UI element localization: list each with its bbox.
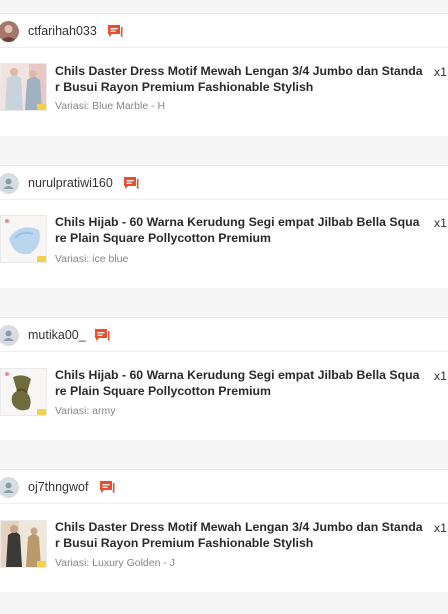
dress-photo-icon [1,64,46,110]
order-card: mutika00_ Chils Hijab - 60 Warna Kerudun… [0,317,448,440]
dress-photo-icon [1,521,46,567]
username[interactable]: oj7thngwof [28,480,88,494]
order-header: oj7thngwof [0,469,448,504]
variant-label: Variasi: Blue Marble - H [55,100,166,112]
variant-label: Variasi: army [55,405,116,417]
order-card: oj7thngwof Chils Daster Dress Motif Mewa… [0,469,448,592]
quantity: x1 [434,216,447,230]
order-card: nurulpratiwi160 Chils Hijab - 60 Warna K… [0,165,448,288]
variant-label: Variasi: ice blue [55,253,129,265]
chat-icon[interactable] [107,24,123,39]
quantity: x1 [434,521,447,535]
chat-icon[interactable] [123,176,139,191]
product-thumbnail[interactable] [0,63,47,111]
quantity: x1 [434,65,447,79]
chat-icon[interactable] [94,328,110,343]
default-user-icon [3,178,14,189]
quantity: x1 [434,369,447,383]
list-item[interactable]: Chils Daster Dress Motif Mewah Lengan 3/… [0,504,448,614]
hijab-photo-icon [1,369,46,415]
default-user-icon [3,330,14,341]
avatar[interactable] [0,21,19,42]
username[interactable]: ctfarihah033 [28,24,97,38]
avatar[interactable] [0,173,19,194]
hijab-photo-icon [1,216,46,262]
product-title[interactable]: Chils Daster Dress Motif Mewah Lengan 3/… [55,520,423,551]
order-header: mutika00_ [0,317,448,352]
username[interactable]: mutika00_ [28,328,86,342]
default-user-icon [3,482,14,493]
list-item[interactable]: Chils Hijab - 60 Warna Kerudung Segi emp… [0,352,448,462]
product-thumbnail[interactable] [0,215,47,263]
product-title[interactable]: Chils Hijab - 60 Warna Kerudung Segi emp… [55,368,423,399]
product-title[interactable]: Chils Daster Dress Motif Mewah Lengan 3/… [55,64,423,95]
variant-label: Variasi: Luxury Golden - J [55,557,176,569]
avatar[interactable] [0,477,19,498]
chat-icon[interactable] [99,480,115,495]
user-photo-icon [0,25,17,42]
product-thumbnail[interactable] [0,520,47,568]
list-item[interactable]: Chils Hijab - 60 Warna Kerudung Segi emp… [0,200,448,310]
product-title[interactable]: Chils Hijab - 60 Warna Kerudung Segi emp… [55,215,423,246]
avatar[interactable] [0,325,19,346]
order-header: nurulpratiwi160 [0,165,448,200]
username[interactable]: nurulpratiwi160 [28,176,113,190]
product-thumbnail[interactable] [0,368,47,416]
order-card: ctfarihah033 Chils Daster Dress Motif Me… [0,13,448,136]
order-header: ctfarihah033 [0,13,448,48]
list-item[interactable]: Chils Daster Dress Motif Mewah Lengan 3/… [0,48,448,158]
